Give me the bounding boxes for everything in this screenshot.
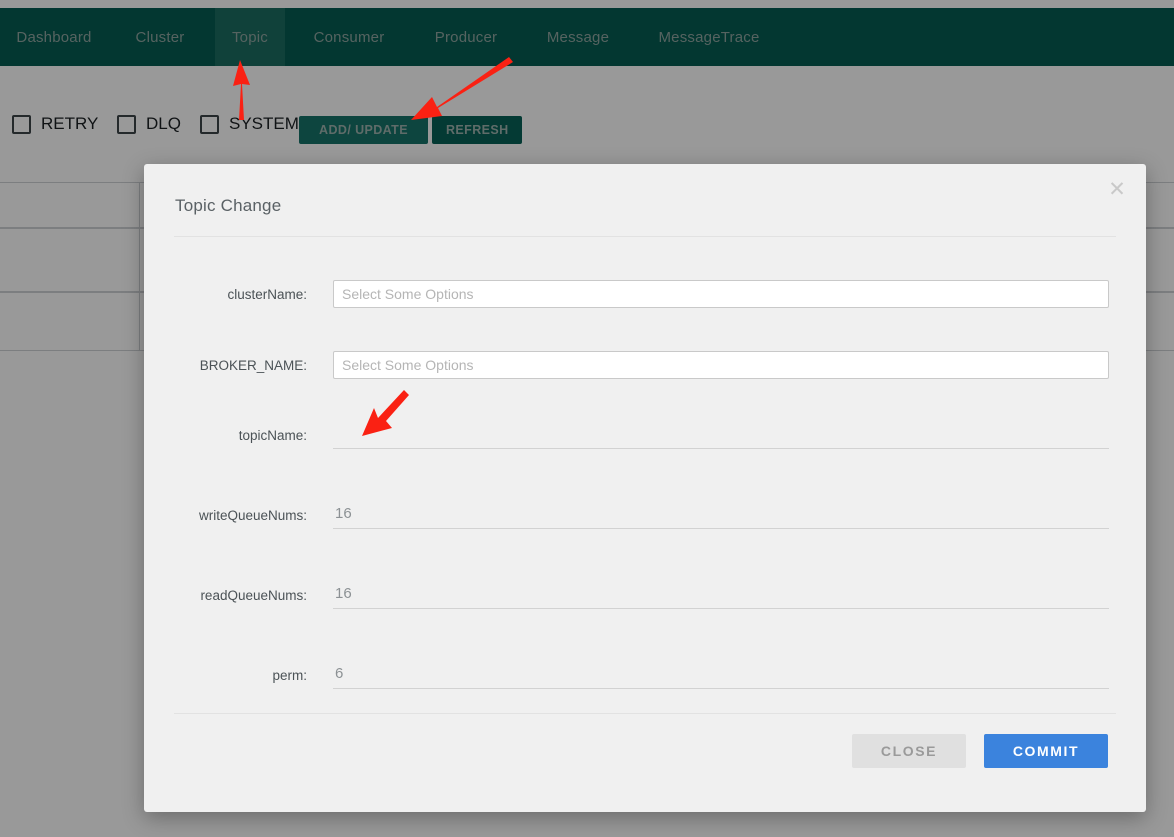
close-button[interactable]: CLOSE [852, 734, 966, 768]
control-wrap-clusterName: Select Some Options [333, 280, 1109, 308]
control-wrap-topicName [333, 422, 1109, 449]
close-icon[interactable]: ✕ [1102, 174, 1132, 204]
input-perm[interactable] [333, 662, 1109, 689]
input-topicName[interactable] [333, 422, 1109, 449]
select-clusterName[interactable]: Select Some Options [333, 280, 1109, 308]
control-wrap-perm [333, 662, 1109, 689]
control-wrap-BROKER_NAME: Select Some Options [333, 351, 1109, 379]
input-readQueueNums[interactable] [333, 582, 1109, 609]
label-BROKER_NAME: BROKER_NAME: [199, 358, 307, 373]
label-writeQueueNums: writeQueueNums: [198, 508, 307, 523]
app-root: Dashboard Cluster Topic Consumer Producer Mes… [0, 0, 1174, 837]
label-clusterName: clusterName: [227, 287, 307, 302]
input-writeQueueNums[interactable] [333, 502, 1109, 529]
select-placeholder: Select Some Options [342, 286, 474, 302]
control-wrap-readQueueNums [333, 582, 1109, 609]
select-placeholder: Select Some Options [342, 357, 474, 373]
dialog-header-divider [174, 236, 1116, 237]
topic-change-dialog: ✕ Topic Change clusterName: Select Some O… [144, 164, 1146, 812]
dialog-title: Topic Change [175, 196, 282, 215]
label-perm: perm: [272, 668, 307, 683]
dialog-footer: CLOSE COMMIT [144, 714, 1146, 812]
control-wrap-writeQueueNums [333, 502, 1109, 529]
label-topicName: topicName: [238, 428, 307, 443]
label-readQueueNums: readQueueNums: [200, 588, 307, 603]
commit-button[interactable]: COMMIT [984, 734, 1108, 768]
dialog-form: clusterName: Select Some Options BROKER_NA… [144, 238, 1146, 713]
select-BROKER_NAME[interactable]: Select Some Options [333, 351, 1109, 379]
